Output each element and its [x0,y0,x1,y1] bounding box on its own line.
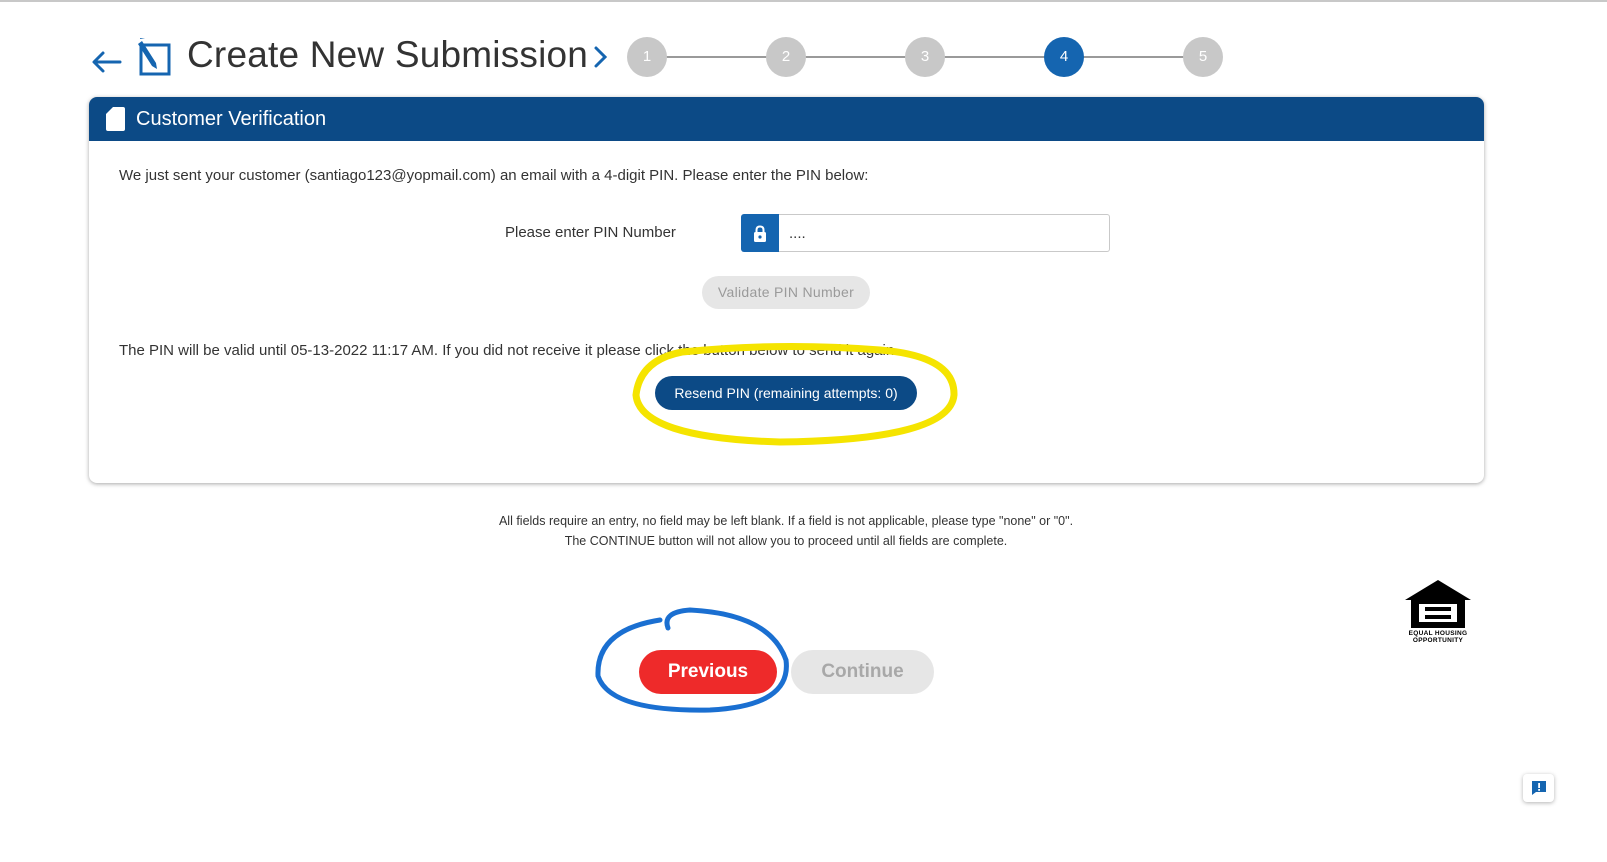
pin-validity-text: The PIN will be valid until 05-13-2022 1… [119,342,895,359]
eho-text-line2: OPPORTUNITY [1412,637,1464,644]
feedback-button[interactable] [1523,774,1554,802]
equal-housing-logo: EQUAL HOUSING OPPORTUNITY [1400,578,1476,654]
previous-button[interactable]: Previous [639,650,777,694]
page-title: Create New Submission [187,34,589,75]
back-arrow-icon[interactable] [90,46,122,76]
step-3[interactable]: 3 [905,37,945,77]
step-4-active[interactable]: 4 [1044,37,1084,77]
step-2[interactable]: 2 [766,37,806,77]
step-1[interactable]: 1 [627,37,667,77]
step-5[interactable]: 5 [1183,37,1223,77]
intro-text: We just sent your customer (santiago123@… [119,167,869,184]
eho-text-line1: EQUAL HOUSING [1408,630,1468,637]
required-fields-note: All fields require an entry, no field ma… [498,514,1074,528]
lock-icon [741,214,779,252]
document-icon [106,107,125,131]
edit-document-icon [138,38,171,76]
continue-note: The CONTINUE button will not allow you t… [564,534,1008,548]
top-divider [0,0,1607,2]
pin-input[interactable] [779,214,1110,252]
pin-label: Please enter PIN Number [505,224,676,241]
card-header: Customer Verification [89,97,1484,141]
resend-pin-button[interactable]: Resend PIN (remaining attempts: 0) [655,376,917,410]
customer-verification-card: Customer Verification We just sent your … [89,97,1484,483]
card-title: Customer Verification [136,107,327,130]
chat-alert-icon [1531,781,1546,795]
validate-pin-button[interactable]: Validate PIN Number [702,276,870,309]
house-icon [1405,580,1471,628]
continue-button[interactable]: Continue [791,650,934,694]
chevron-right-icon [594,46,608,68]
